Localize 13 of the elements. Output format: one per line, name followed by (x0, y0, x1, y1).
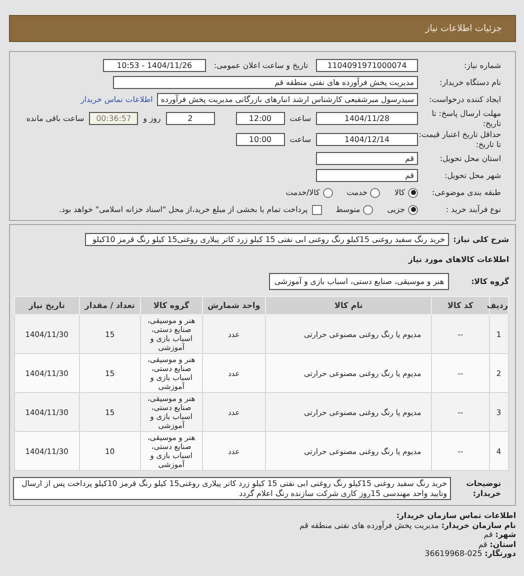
radio-button[interactable] (408, 204, 418, 214)
column-header: تعداد / مقدار (79, 296, 141, 314)
column-header: واحد شمارش (202, 296, 266, 314)
column-header: گروه کالا (140, 296, 202, 314)
column-header: ردیف (489, 296, 508, 314)
checkbox[interactable] (312, 204, 322, 214)
radio-button[interactable] (370, 188, 380, 198)
radio-button[interactable] (322, 188, 333, 198)
column-header: تاریخ نیاز (14, 296, 80, 314)
column-header: نام کالا (266, 296, 432, 314)
radio-button[interactable] (363, 204, 374, 214)
page-header: جزئیات اطلاعات نیاز (9, 15, 516, 42)
radio-button[interactable] (408, 188, 418, 198)
